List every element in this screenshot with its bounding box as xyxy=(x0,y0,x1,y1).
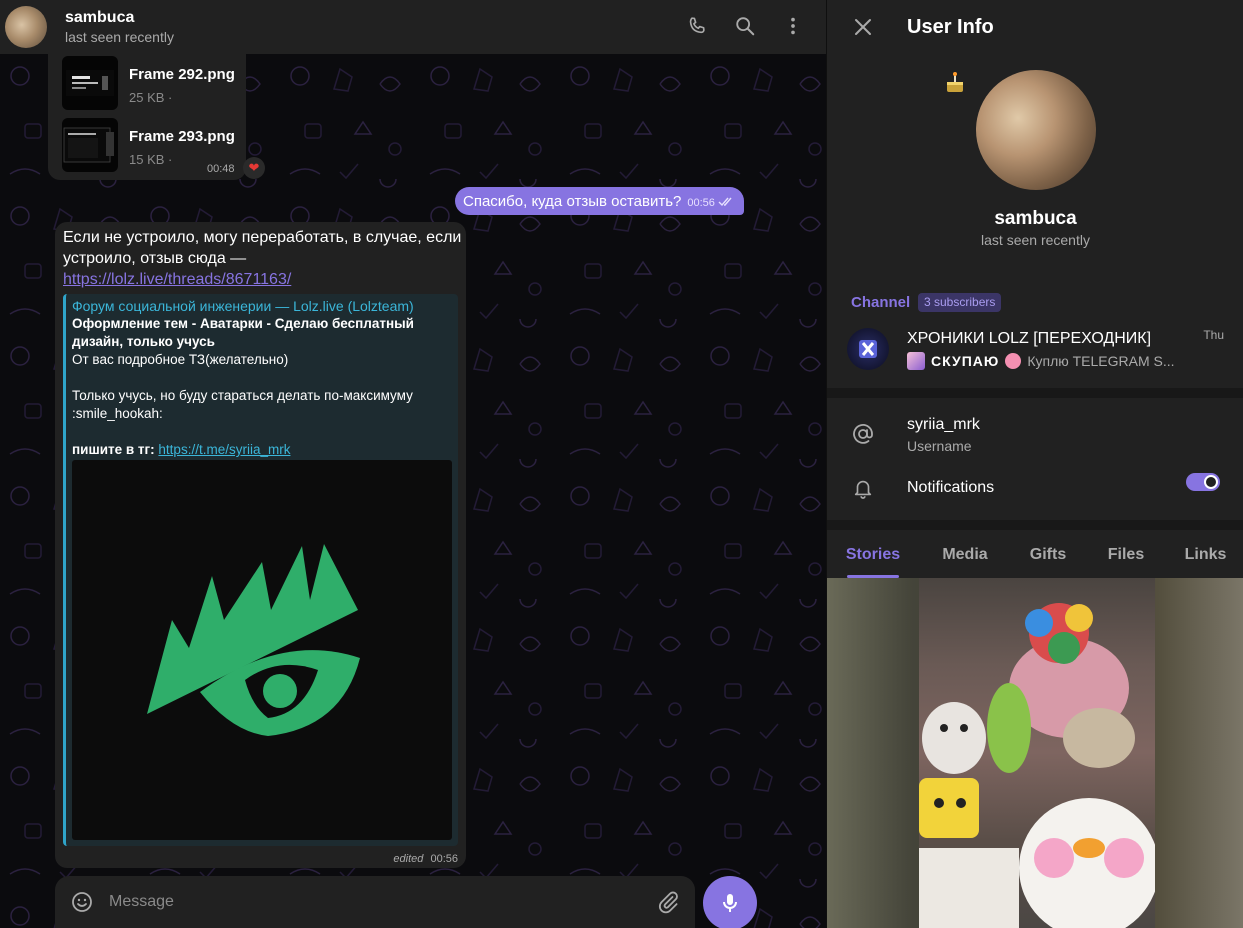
notifications-row[interactable]: Notifications xyxy=(827,460,1243,516)
tab-stories[interactable]: Stories xyxy=(827,532,919,578)
emoji-icon[interactable] xyxy=(69,889,95,915)
preview-site-name: Форум социальной инженерии — Lolz.live (… xyxy=(72,298,414,314)
channel-date: Thu xyxy=(1203,328,1224,342)
search-icon[interactable] xyxy=(732,13,758,39)
message-meta: edited 00:56 xyxy=(393,853,458,865)
story-thumbnail[interactable] xyxy=(919,578,1155,928)
profile-avatar[interactable] xyxy=(976,70,1096,190)
thread-link[interactable]: https://lolz.live/threads/8671163/ xyxy=(63,269,463,290)
profile-status: last seen recently xyxy=(981,232,1090,248)
chat-status: last seen recently xyxy=(65,29,174,45)
message-composer xyxy=(55,876,695,928)
channel-post-text: Куплю TELEGRAM S... xyxy=(1027,353,1175,369)
channel-label: Channel xyxy=(851,294,911,311)
username-label: Username xyxy=(907,438,972,454)
tab-links[interactable]: Links xyxy=(1167,532,1243,578)
file-thumbnail xyxy=(62,118,118,172)
notifications-label: Notifications xyxy=(907,479,995,496)
outgoing-text: Спасибо, куда отзыв оставить? xyxy=(463,192,682,210)
files-message: Frame 292.png 25 KB · Frame 293.png 15 K… xyxy=(48,50,246,180)
personal-channel[interactable]: ХРОНИКИ LOLZ [ПЕРЕХОДНИК] Thu СКУПАЮ Куп… xyxy=(827,320,1243,384)
chat-name: sambuca xyxy=(65,9,135,26)
tab-media[interactable]: Media xyxy=(919,532,1011,578)
microphone-button[interactable] xyxy=(703,876,757,928)
message-time: 00:48 xyxy=(207,163,235,175)
file-size: 25 KB · xyxy=(129,90,173,105)
preview-contact: пишите в тг: https://t.me/syriia_mrk xyxy=(72,441,290,459)
message-input[interactable] xyxy=(109,887,629,917)
file-item[interactable]: Frame 292.png 25 KB · xyxy=(62,56,235,110)
paperclip-icon[interactable] xyxy=(655,889,681,915)
preview-title: Оформление тем - Аватарки - Сделаю беспл… xyxy=(72,316,414,349)
chat-column: sambuca last seen recently Frame 292.png… xyxy=(0,0,826,928)
user-info-panel: User Info sambuca last seen recently Cha… xyxy=(826,0,1243,928)
green-eye-crown-logo-icon xyxy=(147,544,360,736)
username-value: syriia_mrk xyxy=(907,416,980,433)
preview-description: Только учусь, но буду стараться делать п… xyxy=(72,388,413,421)
cake-emoji-status-icon[interactable] xyxy=(942,70,968,102)
channel-title: ХРОНИКИ LOLZ [ПЕРЕХОДНИК] xyxy=(907,330,1152,347)
more-vertical-icon[interactable] xyxy=(780,13,806,39)
at-sign-icon xyxy=(849,420,877,448)
section-divider xyxy=(827,520,1243,530)
channel-styled-word: СКУПАЮ xyxy=(931,353,1000,369)
incoming-text: Если не устроило, могу переработать, в с… xyxy=(63,227,463,290)
file-name: Frame 292.png xyxy=(129,66,235,83)
heart-reaction-icon[interactable]: ❤ xyxy=(243,157,265,179)
panel-header: User Info xyxy=(827,0,1243,54)
username-row[interactable]: syriia_mrk Username xyxy=(827,406,1243,462)
read-checks-icon xyxy=(718,194,734,212)
bell-icon xyxy=(849,474,877,502)
phone-icon[interactable] xyxy=(684,13,710,39)
x-logo-icon xyxy=(859,340,877,358)
incoming-text-body: Если не устроило, могу переработать, в с… xyxy=(63,229,462,267)
chat-header: sambuca last seen recently xyxy=(0,0,826,54)
close-icon[interactable] xyxy=(851,15,875,39)
subscribers-badge: 3 subscribers xyxy=(918,293,1002,312)
edited-label: edited xyxy=(393,853,424,865)
preview-description: От вас подробное ТЗ(желательно) xyxy=(72,352,289,367)
notifications-toggle[interactable] xyxy=(1186,473,1220,491)
tab-files[interactable]: Files xyxy=(1085,532,1167,578)
outgoing-message: Спасибо, куда отзыв оставить? 00:56 xyxy=(455,187,744,215)
channel-last-post: СКУПАЮ Куплю TELEGRAM S... xyxy=(907,352,1225,370)
preview-image[interactable] xyxy=(72,460,452,840)
chat-header-actions xyxy=(684,13,806,39)
microphone-icon xyxy=(723,894,737,912)
tab-gifts[interactable]: Gifts xyxy=(1011,532,1085,578)
preview-contact-label: пишите в тг: xyxy=(72,442,155,457)
link-preview[interactable]: Форум социальной инженерии — Lolz.live (… xyxy=(63,294,458,846)
file-info: Frame 292.png 25 KB · xyxy=(129,56,235,110)
channel-avatar xyxy=(847,328,889,370)
file-name: Frame 293.png xyxy=(129,128,235,145)
file-thumbnail xyxy=(62,56,118,110)
profile-name: sambuca xyxy=(994,208,1077,229)
media-tabs: Stories Media Gifts Files Links xyxy=(827,532,1243,578)
message-time: 00:56 xyxy=(430,853,458,865)
stories-grid xyxy=(827,578,1243,928)
sticker-emoji-icon xyxy=(907,352,925,370)
panel-title: User Info xyxy=(907,15,994,38)
toggle-knob xyxy=(1204,475,1218,489)
telegram-link[interactable]: https://t.me/syriia_mrk xyxy=(158,442,290,457)
flower-emoji-icon xyxy=(1005,353,1022,369)
section-divider xyxy=(827,388,1243,398)
incoming-message: Если не устроило, могу переработать, в с… xyxy=(55,222,466,868)
chat-title-block[interactable]: sambuca last seen recently xyxy=(65,8,174,46)
message-time: 00:56 xyxy=(687,197,715,209)
telegram-app: sambuca last seen recently Frame 292.png… xyxy=(0,0,1243,928)
chat-avatar[interactable] xyxy=(5,6,47,48)
